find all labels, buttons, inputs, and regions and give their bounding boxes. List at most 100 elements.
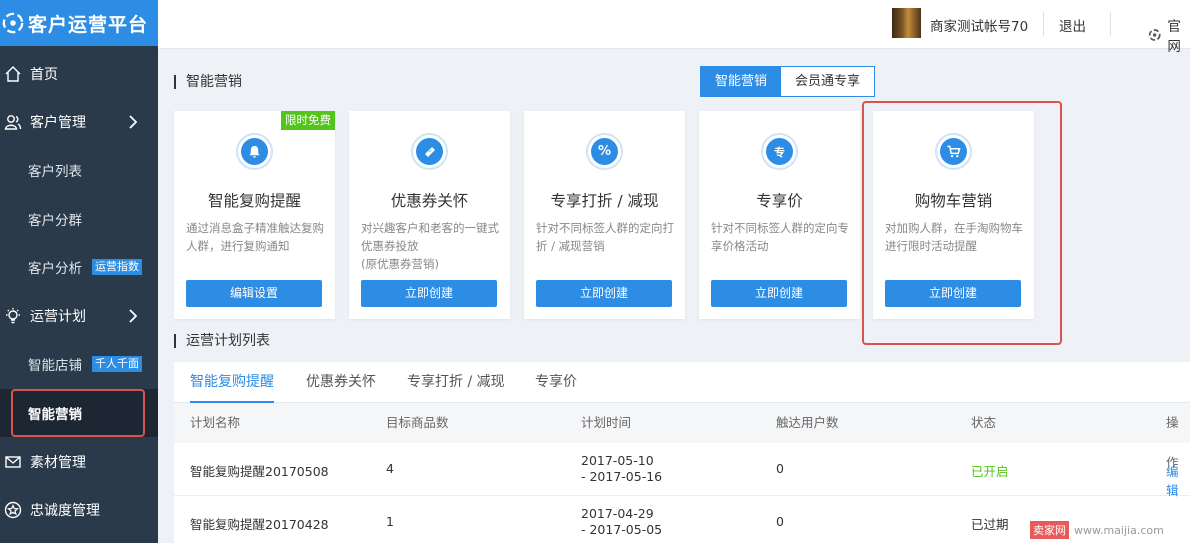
plan-time-end: - 2017-05-05 <box>581 522 663 537</box>
create-now-button[interactable]: 立即创建 <box>711 280 847 307</box>
plan-time: 2017-05-10 - 2017-05-16 <box>581 453 662 485</box>
plan-time-end: - 2017-05-16 <box>581 469 663 484</box>
percent-icon: % <box>586 133 623 170</box>
card-exclusive-discount: % 专享打折 / 减现 针对不同标签人群的定向打折 / 减现营销 立即创建 <box>524 111 685 319</box>
star-icon <box>4 501 22 519</box>
card-title: 优惠券关怀 <box>390 192 469 210</box>
reached-users: 0 <box>776 514 784 529</box>
plan-time-start: 2017-05-10 <box>581 453 654 468</box>
ticket-icon <box>411 133 448 170</box>
card-coupon-care: 优惠券关怀 对兴趣客户和老客的一键式优惠券投放 (原优惠券营销) 立即创建 <box>349 111 510 319</box>
column-header: 状态 <box>971 415 997 430</box>
sidebar-item-customer-mgmt[interactable]: 客户管理 <box>0 98 158 146</box>
status-badge: 已开启 <box>971 464 1009 479</box>
sidebar-item-label: 忠诚度管理 <box>30 503 100 519</box>
avatar[interactable] <box>892 8 921 38</box>
goods-count: 4 <box>386 461 394 476</box>
sidebar-item-label: 客户列表 <box>28 164 82 180</box>
sidebar-item-label: 首页 <box>30 67 58 83</box>
view-toggle: 智能营销 会员通专享 <box>700 66 876 97</box>
toggle-member-exclusive[interactable]: 会员通专享 <box>781 67 875 96</box>
free-badge: 限时免费 <box>281 111 335 130</box>
account-name[interactable]: 商家测试帐号70 <box>930 15 1028 35</box>
edit-link[interactable]: 编辑 <box>1166 461 1190 499</box>
divider <box>1043 12 1044 36</box>
status-badge: 已过期 <box>971 517 1009 532</box>
app-logo[interactable]: 客户运营平台 <box>0 0 158 46</box>
table-header: 计划名称 目标商品数 计划时间 触达用户数 状态 操作 <box>174 403 1190 470</box>
plan-name: 智能复购提醒20170508 <box>190 464 329 479</box>
plan-time-start: 2017-04-29 <box>581 506 654 521</box>
card-smart-repurchase: 限时免费 智能复购提醒 通过消息盒子精准触达复购人群，进行复购通知 编辑设置 <box>174 111 335 319</box>
column-header: 计划名称 <box>190 415 241 430</box>
sidebar-item-loyalty-mgmt[interactable]: 忠诚度管理 <box>0 486 158 534</box>
sidebar-item-label: 客户分析 <box>28 261 82 277</box>
watermark-logo: 卖家网 <box>1030 521 1069 539</box>
plan-name: 智能复购提醒20170428 <box>190 517 329 532</box>
tab-smart-repurchase[interactable]: 智能复购提醒 <box>190 362 274 403</box>
sidebar-item-label: 运营计划 <box>30 309 86 325</box>
highlight-box-card <box>862 101 1062 345</box>
watermark-url: www.maijia.com <box>1074 523 1164 537</box>
home-icon <box>5 66 21 82</box>
top-header: 商家测试帐号70 退出 官网 <box>158 0 1190 55</box>
plan-time: 2017-04-29 - 2017-05-05 <box>581 506 662 538</box>
users-icon <box>4 115 22 130</box>
create-now-button[interactable]: 立即创建 <box>361 280 497 307</box>
section-title: 智能营销 <box>174 75 242 89</box>
personalized-badge: 千人千面 <box>92 356 142 372</box>
official-site-link[interactable]: 官网 <box>1148 15 1190 55</box>
bell-icon <box>236 133 273 170</box>
card-description: 针对不同标签人群的定向打折 / 减现营销 <box>536 221 674 253</box>
toggle-smart-marketing[interactable]: 智能营销 <box>701 67 782 96</box>
tab-coupon-care[interactable]: 优惠券关怀 <box>306 362 376 403</box>
create-now-button[interactable]: 立即创建 <box>536 280 672 307</box>
plan-table: 智能复购提醒 优惠券关怀 专享打折 / 减现 专享价 计划名称 目标商品数 计划… <box>174 362 1190 543</box>
sidebar-item-label: 客户管理 <box>30 115 86 131</box>
card-title: 专享打折 / 减现 <box>550 192 659 210</box>
sidebar-item-customer-group[interactable]: 客户分群 <box>0 195 158 243</box>
card-description: 针对不同标签人群的定向专享价格活动 <box>711 221 849 253</box>
goods-count: 1 <box>386 514 394 529</box>
plan-tabs: 智能复购提醒 优惠券关怀 专享打折 / 减现 专享价 <box>174 362 1190 403</box>
logo-icon <box>1148 29 1161 41</box>
sidebar: 客户运营平台 首页 客户管理 客户列表 客户分群 客户分析 运营指数 运营计划 … <box>0 0 158 543</box>
logo-icon <box>2 12 24 34</box>
edit-settings-button[interactable]: 编辑设置 <box>186 280 322 307</box>
sidebar-item-material-mgmt[interactable]: 素材管理 <box>0 438 158 486</box>
column-header: 计划时间 <box>581 415 632 430</box>
bulb-icon <box>6 308 20 324</box>
reached-users: 0 <box>776 461 784 476</box>
card-description: 对兴趣客户和老客的一键式优惠券投放 (原优惠券营销) <box>361 221 499 271</box>
exclusive-icon: 专 <box>761 133 798 170</box>
sidebar-item-home[interactable]: 首页 <box>0 50 158 98</box>
table-row: 智能复购提醒20170508 4 2017-05-10 - 2017-05-16… <box>174 443 1190 499</box>
sidebar-item-label: 智能店铺 <box>28 358 82 374</box>
sidebar-item-smart-store[interactable]: 智能店铺 千人千面 <box>0 340 158 388</box>
card-title: 专享价 <box>756 192 803 210</box>
sidebar-item-label: 素材管理 <box>30 455 86 471</box>
official-site-label: 官网 <box>1167 19 1181 55</box>
sidebar-item-label: 客户分群 <box>28 213 82 229</box>
column-header: 触达用户数 <box>776 415 839 430</box>
card-title: 智能复购提醒 <box>207 192 301 210</box>
tab-exclusive-price[interactable]: 专享价 <box>535 362 577 403</box>
logout-link[interactable]: 退出 <box>1059 15 1086 35</box>
mail-icon <box>5 456 21 468</box>
chevron-right-icon <box>129 309 138 323</box>
sidebar-item-ops-plan[interactable]: 运营计划 <box>0 292 158 340</box>
exclusive-glyph: 专 <box>766 138 793 165</box>
percent-glyph: % <box>591 138 618 165</box>
highlight-box-sidebar <box>11 389 145 437</box>
card-description: 通过消息盒子精准触达复购人群，进行复购通知 <box>186 221 324 253</box>
list-title: 运营计划列表 <box>174 334 270 348</box>
sidebar-item-customer-list[interactable]: 客户列表 <box>0 146 158 194</box>
app-title: 客户运营平台 <box>28 13 149 36</box>
card-exclusive-price: 专 专享价 针对不同标签人群的定向专享价格活动 立即创建 <box>699 111 860 319</box>
column-header: 目标商品数 <box>386 415 449 430</box>
divider <box>1110 12 1111 36</box>
chevron-right-icon <box>129 115 138 129</box>
ops-index-badge: 运营指数 <box>92 259 142 275</box>
sidebar-item-customer-analysis[interactable]: 客户分析 运营指数 <box>0 243 158 291</box>
tab-exclusive-discount[interactable]: 专享打折 / 减现 <box>407 362 505 403</box>
